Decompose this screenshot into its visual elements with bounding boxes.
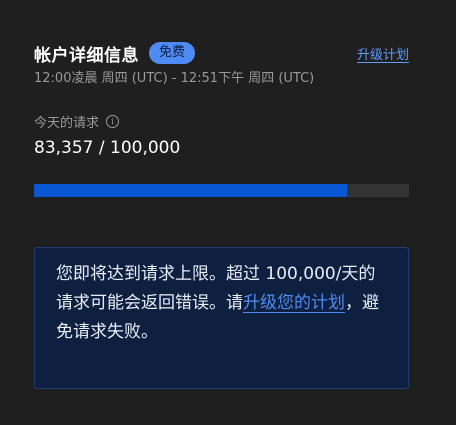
requests-label: 今天的请求 bbox=[34, 116, 100, 131]
requests-label-row: 今天的请求 i bbox=[34, 112, 120, 131]
upgrade-plan-link[interactable]: 升级计划 bbox=[357, 44, 409, 63]
account-details-panel: 帐户详细信息 免费 升级计划 12:00凌晨 周四 (UTC) - 12:51下… bbox=[0, 0, 456, 425]
page-title: 帐户详细信息 bbox=[34, 45, 139, 66]
requests-progress-bar bbox=[34, 184, 409, 197]
limit-warning-alert: 您即将达到请求上限。超过 100,000/天的请求可能会返回错误。请升级您的计划… bbox=[34, 247, 409, 389]
requests-count: 83,357 / 100,000 bbox=[34, 138, 181, 158]
header-row: 帐户详细信息 免费 升级计划 bbox=[34, 40, 409, 66]
requests-progress-fill bbox=[34, 184, 347, 197]
info-icon[interactable]: i bbox=[106, 115, 120, 128]
upgrade-your-plan-link[interactable]: 升级您的计划 bbox=[243, 293, 345, 313]
plan-badge: 免费 bbox=[149, 42, 196, 64]
time-range: 12:00凌晨 周四 (UTC) - 12:51下午 周四 (UTC) bbox=[34, 71, 315, 86]
